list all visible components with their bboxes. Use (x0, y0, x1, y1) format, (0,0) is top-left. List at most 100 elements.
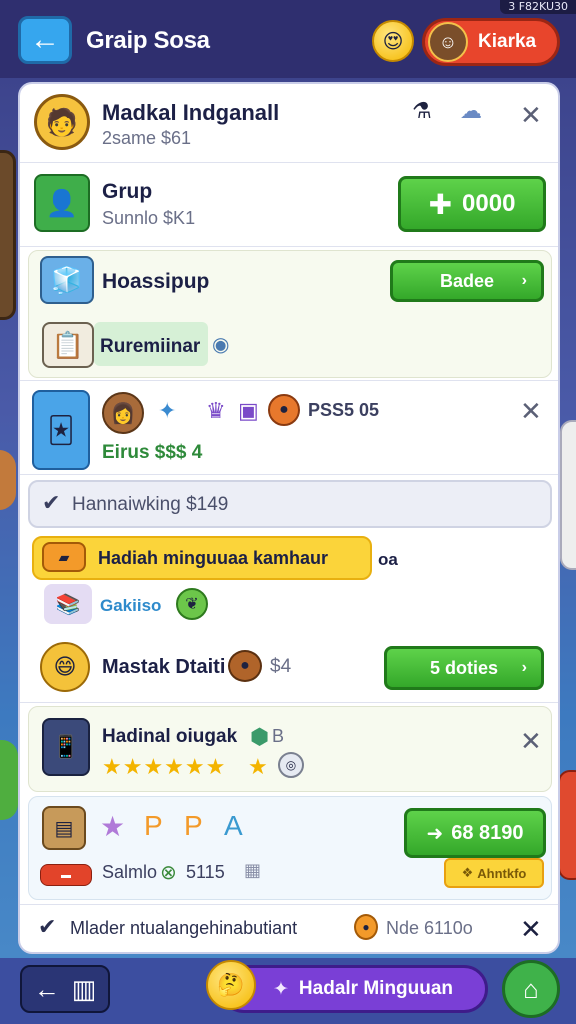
row-subtitle: Salmlo (102, 862, 158, 882)
row-subtitle: 2same $61 (102, 128, 192, 148)
star-icon: ★ (100, 811, 126, 842)
row-label: Ruremiinar (100, 336, 201, 357)
row-code: B (272, 726, 285, 746)
page-title: Graip Sosa (86, 27, 210, 54)
arrow-right-icon: ➜ (426, 822, 444, 845)
leaf-icon: ❦ (176, 588, 208, 620)
footer-message: Mlader ntualangehinabutiant (70, 918, 298, 938)
treasure-icon: ▣ (238, 398, 259, 423)
row-price: PSS5 05 (308, 400, 380, 420)
bonus-badge-label: Ahntkfo (477, 865, 527, 881)
profile-name: Kiarka (478, 31, 537, 52)
action-button-label: 5 doties (429, 657, 499, 678)
weekly-reward-button[interactable]: ✦ Hadalr Minguuan (220, 965, 488, 1013)
divider (20, 474, 558, 475)
add-button-label: 0000 (462, 190, 516, 217)
group-avatar-icon: 👤 (34, 174, 90, 232)
action-button[interactable]: 5 doties › (384, 646, 544, 690)
ticket-icon: ▰ (42, 542, 86, 572)
row-title: Mastak Dtaiti (102, 656, 226, 678)
letter-a-icon: A (224, 810, 243, 841)
row-title: Hadinal oiugak (102, 726, 238, 747)
weekly-reward-label: Hadalr Minguuan (298, 978, 454, 999)
medal-icon: ◎ (278, 752, 304, 778)
document-icon: 📋 (42, 322, 94, 368)
row-subtitle: Eirus $$$ 4 (102, 442, 203, 463)
bottom-back-button[interactable]: ← ▥ (20, 965, 110, 1013)
gem-icon: ⬢ (250, 724, 270, 749)
divider (20, 246, 558, 247)
background-coin-decoration (0, 450, 16, 510)
arrow-left-icon: ← (30, 23, 60, 56)
add-button[interactable]: ✚ 0000 (398, 176, 546, 232)
arrow-left-icon: ← (33, 973, 60, 1004)
profile-button[interactable]: ☺ Kiarka (422, 18, 560, 66)
bonus-badge[interactable]: ❖ Ahntkfo (444, 858, 544, 888)
divider (20, 904, 558, 905)
status-text: Hannaiwking $149 (72, 494, 229, 515)
check-icon: ✔ (42, 490, 61, 515)
leaf-icon: ❖ (461, 865, 474, 880)
tag-icon: ▬ (40, 864, 92, 886)
game-card-icon: 🃏 (32, 390, 90, 470)
main-panel: 🧑 Madkal Indganall 2same $61 ⚗ ☁ ✕ 👤 Gru… (18, 82, 560, 954)
row-subtitle: Sunnlo $K1 (102, 208, 196, 228)
corner-tag: 3 F82KU30 (500, 0, 576, 14)
box-icon: ▦ (244, 860, 262, 880)
claim-button[interactable]: ➜ 68 8190 (404, 808, 546, 858)
background-grass-decoration (0, 740, 18, 820)
phone-icon: 📱 (42, 718, 90, 776)
orange-coin-icon: ● (268, 394, 300, 426)
background-red-decoration (558, 770, 576, 880)
badge-button[interactable]: Badee › (390, 260, 544, 302)
close-icon[interactable]: ✕ (520, 916, 542, 942)
character-avatar-icon: 🧑 (34, 94, 90, 150)
row-subtitle: Gakiiso (100, 596, 162, 615)
divider (20, 162, 558, 163)
close-icon[interactable]: ✕ (520, 728, 542, 754)
potion-icon[interactable]: ⚗ (412, 98, 432, 124)
star-icon: ★ (248, 754, 268, 779)
letter-p-icon: P (144, 810, 163, 841)
home-button[interactable]: ⌂ (502, 960, 560, 1018)
badge-button-label: Badee (439, 270, 495, 291)
gem-icon: 🧊 (40, 256, 94, 304)
row-title: Grup (102, 180, 153, 203)
star-rating: ★★★★★★ (102, 754, 227, 779)
banner-title: Hadiah minguuaa kamhaur (98, 548, 329, 568)
chevron-right-icon: › (521, 272, 527, 289)
claim-button-label: 68 8190 (451, 821, 524, 844)
footer-value: Nde 6110o (386, 918, 473, 938)
cloud-icon[interactable]: ☁ (460, 98, 482, 124)
emoji-icon[interactable]: 😍 (372, 20, 414, 62)
avatar: ☺ (428, 22, 468, 62)
background-scroll-decoration (560, 420, 576, 570)
emoji-icon[interactable]: 🤔 (206, 960, 256, 1010)
letter-p-icon: P (184, 810, 203, 841)
bear-icon: ● (228, 650, 262, 682)
character-avatar-icon: 👩 (102, 392, 144, 434)
close-icon[interactable]: ✕ (520, 102, 542, 128)
plus-icon: ✚ (428, 188, 453, 220)
divider (20, 380, 558, 381)
check-icon: ✔ (38, 914, 57, 939)
back-button[interactable]: ← (18, 16, 72, 64)
divider (20, 702, 558, 703)
row-title: Hoassipup (102, 270, 210, 293)
row-value: 5115 (186, 862, 225, 882)
info-icon: ◉ (212, 334, 230, 356)
banner-tail: oa (378, 550, 398, 569)
character-avatar-icon: 😄 (40, 642, 90, 692)
close-icon[interactable]: ✕ (520, 398, 542, 424)
star-icon: ✦ (273, 978, 289, 1000)
crown-icon: ♛ (206, 398, 226, 423)
inventory-icon: ▥ (71, 973, 97, 1004)
coin-icon: ⊗ (160, 862, 177, 884)
sparkle-icon: ✦ (158, 398, 177, 423)
chevron-right-icon: › (521, 659, 527, 676)
background-wood-decoration (0, 150, 16, 320)
books-icon: 📚 (44, 584, 92, 624)
row-value: $4 (270, 656, 292, 677)
row-title: Madkal Indganall (102, 100, 280, 125)
coin-icon: ● (354, 914, 378, 940)
